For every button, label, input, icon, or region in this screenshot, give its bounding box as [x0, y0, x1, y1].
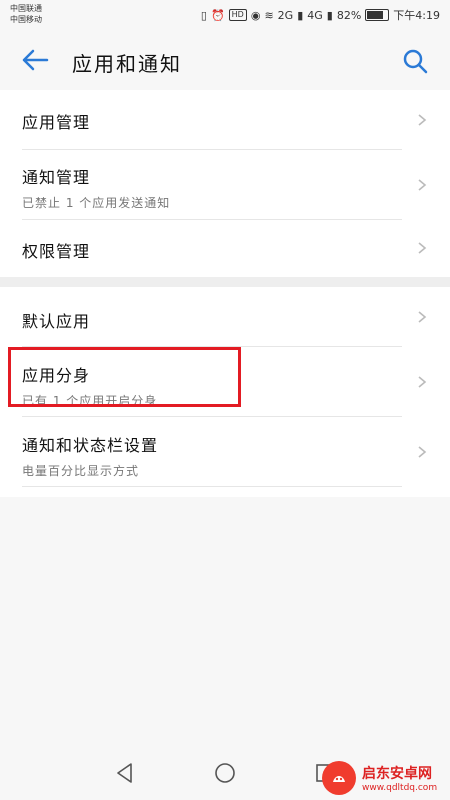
- chevron-right-icon: [418, 376, 427, 388]
- network-4g: 4G: [307, 8, 323, 22]
- vibrate-icon: ▯: [200, 8, 207, 22]
- nav-back-icon[interactable]: [112, 760, 138, 786]
- status-icons: ▯ ⏰ HD ◉ ≋ 2G ▮ 4G ▮ 82% 下午4:19: [201, 7, 440, 23]
- settings-item-title: 应用管理: [22, 113, 91, 132]
- settings-item-subtitle: 电量百分比显示方式: [22, 464, 140, 478]
- settings-item-title: 通知和状态栏设置: [22, 436, 159, 455]
- alarm-icon: ⏰: [210, 8, 225, 22]
- network-2g: 2G: [277, 8, 294, 22]
- chevron-right-icon: [418, 179, 427, 191]
- battery-icon: [365, 9, 390, 21]
- settings-item-notification-management[interactable]: 通知管理 已禁止 1 个应用发送通知: [0, 150, 450, 220]
- settings-item-permission-management[interactable]: 权限管理: [0, 220, 450, 277]
- settings-item-notification-statusbar[interactable]: 通知和状态栏设置 电量百分比显示方式: [0, 417, 450, 487]
- watermark-url: www.qdltdq.com: [362, 783, 438, 793]
- wifi-icon: ≋: [264, 8, 274, 22]
- settings-item-title: 通知管理: [22, 168, 91, 187]
- chevron-right-icon: [418, 242, 427, 254]
- divider: [22, 486, 402, 487]
- clock: 下午4:19: [393, 9, 440, 22]
- settings-item-title: 权限管理: [22, 242, 91, 261]
- status-bar: 中国联通 中国移动 ▯ ⏰ HD ◉ ≋ 2G ▮ 4G ▮ 82% 下午4:1…: [0, 0, 450, 30]
- eye-icon: ◉: [250, 8, 261, 22]
- watermark-name: 启东安卓网: [362, 766, 432, 782]
- settings-item-app-management[interactable]: 应用管理: [0, 90, 450, 150]
- back-arrow-icon[interactable]: [18, 45, 52, 75]
- highlight-box: [8, 347, 241, 407]
- search-icon[interactable]: [402, 48, 428, 74]
- watermark-logo-icon: [322, 761, 356, 795]
- page-title: 应用和通知: [72, 52, 182, 76]
- settings-item-subtitle: 已禁止 1 个应用发送通知: [22, 196, 171, 210]
- watermark-text: 启东安卓网 www.qdltdq.com: [362, 763, 437, 793]
- battery-percent: 82%: [336, 8, 362, 22]
- app-header: 应用和通知: [0, 30, 450, 90]
- carrier-1: 中国联通: [10, 4, 42, 13]
- carrier-info: 中国联通 中国移动: [10, 3, 42, 25]
- settings-section-1: 应用管理 通知管理 已禁止 1 个应用发送通知 权限管理: [0, 90, 450, 277]
- settings-item-title: 默认应用: [22, 312, 91, 331]
- chevron-right-icon: [418, 311, 427, 323]
- nav-home-icon[interactable]: [212, 760, 238, 786]
- watermark: 启东安卓网 www.qdltdq.com: [322, 756, 450, 800]
- chevron-right-icon: [418, 114, 427, 126]
- settings-item-default-apps[interactable]: 默认应用: [0, 287, 450, 347]
- carrier-2: 中国移动: [10, 15, 42, 24]
- signal-icon: ▮: [297, 8, 304, 22]
- hd-badge: HD: [228, 9, 247, 21]
- chevron-right-icon: [418, 446, 427, 458]
- section-gap: [0, 277, 450, 287]
- signal-icon-2: ▮: [326, 8, 333, 22]
